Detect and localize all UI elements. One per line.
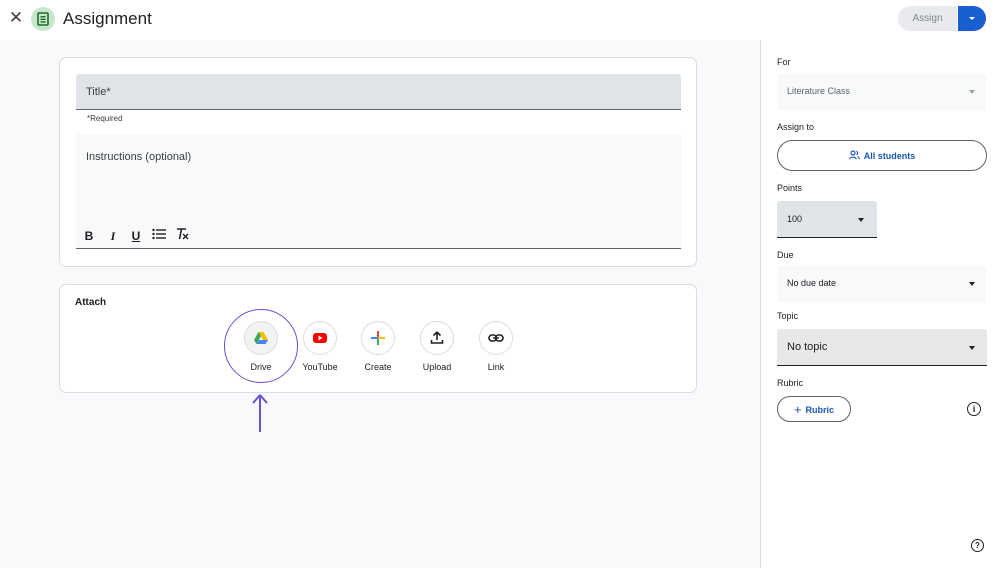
page-title: Assignment (63, 9, 152, 28)
attach-heading: Attach (75, 297, 107, 308)
points-label: Points (777, 183, 803, 193)
youtube-label: YouTube (302, 362, 338, 372)
upload-button[interactable] (420, 321, 454, 355)
topic-value: No topic (787, 341, 828, 353)
topic-label: Topic (777, 311, 799, 321)
bulleted-list-icon[interactable] (152, 228, 166, 244)
upload-icon (430, 331, 444, 344)
due-value: No due date (787, 278, 837, 288)
close-icon[interactable]: ✕ (6, 8, 26, 28)
points-select[interactable]: 100 (777, 201, 877, 238)
required-note: *Required (87, 114, 123, 123)
due-select[interactable]: No due date (777, 266, 986, 302)
caret-down-icon (969, 282, 975, 286)
plus-icon (371, 331, 385, 345)
youtube-icon (313, 333, 327, 343)
instructions-placeholder: Instructions (optional) (86, 151, 192, 163)
all-students-button[interactable]: All students (777, 140, 987, 171)
clear-formatting-icon[interactable] (175, 228, 189, 244)
link-label: Link (487, 362, 505, 372)
rubric-button-label: Rubric (805, 405, 835, 415)
caret-down-icon (969, 346, 975, 350)
details-card: Title* *Required Instructions (optional)… (59, 57, 697, 267)
youtube-button[interactable] (303, 321, 337, 355)
link-button[interactable] (479, 321, 513, 355)
all-students-label: All students (863, 151, 916, 161)
class-value: Literature Class (787, 86, 851, 96)
bold-button[interactable]: B (82, 228, 96, 244)
link-icon (488, 334, 504, 342)
info-icon[interactable]: i (967, 402, 981, 416)
add-rubric-button[interactable]: + Rubric (777, 396, 851, 422)
assign-to-label: Assign to (777, 122, 815, 132)
assign-options-button[interactable] (958, 6, 986, 31)
settings-sidebar: For Literature Class Assign to All stude… (760, 40, 1000, 568)
topic-select[interactable]: No topic (777, 329, 987, 366)
top-bar: ✕ Assignment Assign (0, 0, 1000, 40)
upload-label: Upload (422, 362, 452, 372)
due-label: Due (777, 250, 794, 260)
attach-card: Attach Drive YouTube Create Upload Link (59, 284, 697, 393)
caret-down-icon (858, 218, 864, 222)
instructions-input[interactable]: Instructions (optional) B I U (76, 134, 681, 249)
plus-icon: + (793, 402, 802, 417)
rubric-label: Rubric (777, 378, 804, 388)
drive-highlight-circle (224, 309, 298, 383)
create-label: Create (364, 362, 392, 372)
title-input[interactable]: Title* (76, 74, 681, 110)
pointer-arrow-icon (252, 394, 268, 432)
italic-button[interactable]: I (106, 228, 120, 244)
create-button[interactable] (361, 321, 395, 355)
class-select[interactable]: Literature Class (777, 74, 986, 110)
people-icon (848, 150, 860, 160)
points-value: 100 (787, 214, 803, 224)
title-placeholder: Title* (86, 86, 111, 98)
caret-down-icon (969, 17, 975, 20)
for-label: For (777, 57, 791, 67)
assign-button[interactable]: Assign (898, 6, 957, 31)
underline-button[interactable]: U (129, 228, 143, 244)
caret-down-icon (969, 90, 975, 94)
assignment-icon (31, 7, 55, 31)
help-icon[interactable]: ? (971, 539, 984, 552)
